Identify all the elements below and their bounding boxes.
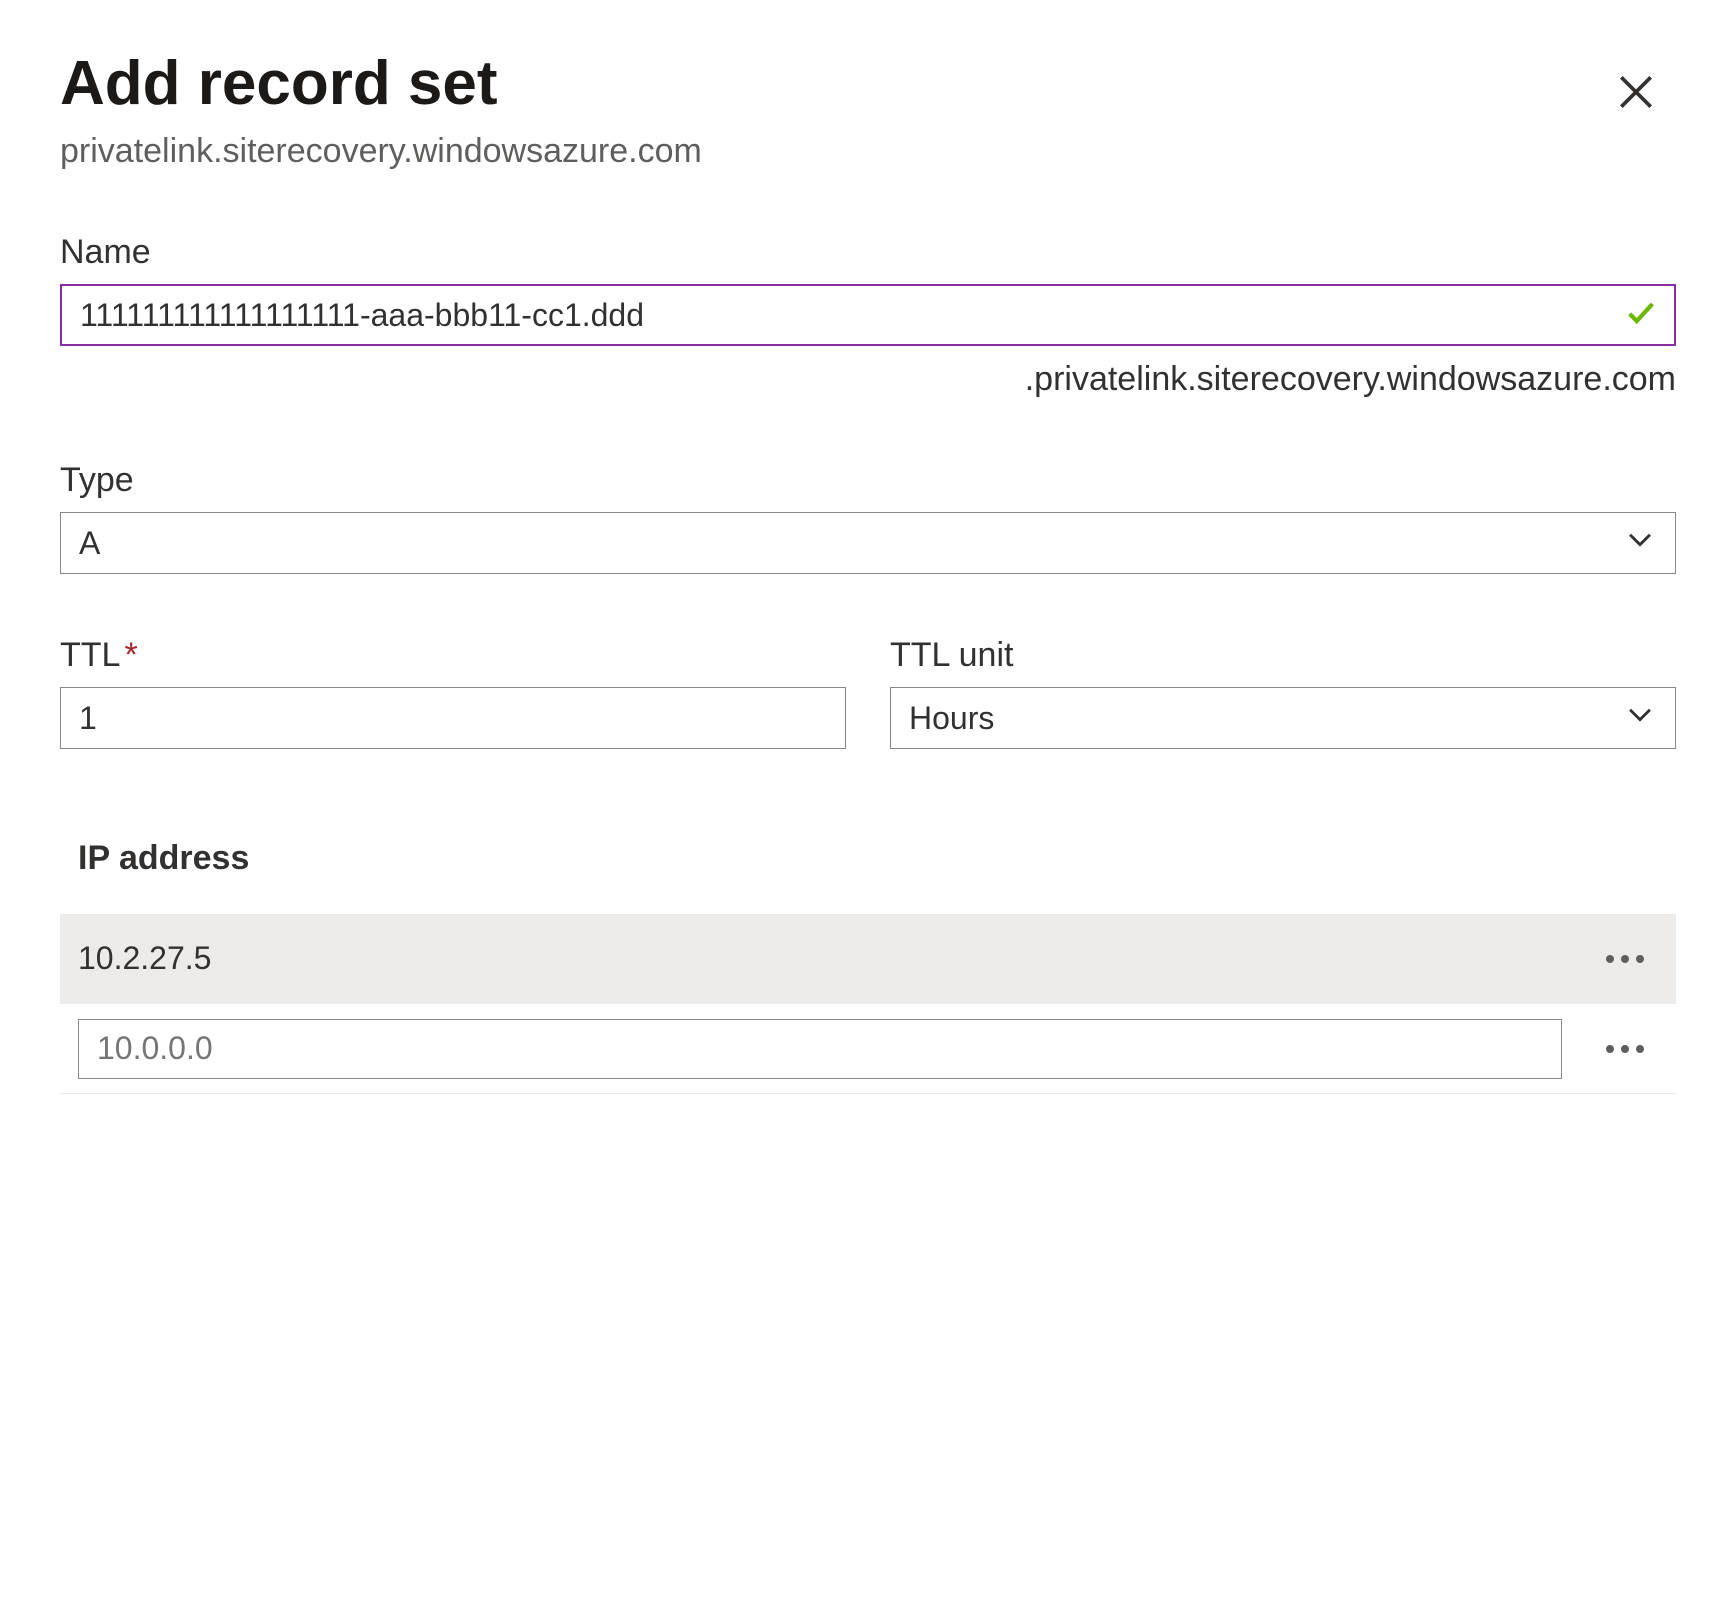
ttl-input[interactable] bbox=[60, 687, 846, 749]
ip-address-value: 10.2.27.5 bbox=[78, 940, 1592, 977]
ip-address-new-row bbox=[60, 1004, 1676, 1094]
more-icon bbox=[1606, 1045, 1614, 1053]
ttl-unit-field-group: TTL unit Hours bbox=[890, 636, 1676, 749]
ttl-row: TTL* TTL unit Hours bbox=[60, 636, 1676, 749]
chevron-down-icon bbox=[1623, 697, 1657, 739]
required-asterisk: * bbox=[124, 636, 137, 674]
more-icon bbox=[1621, 1045, 1629, 1053]
close-icon bbox=[1614, 102, 1658, 117]
add-record-set-panel: Add record set privatelink.siterecovery.… bbox=[0, 0, 1736, 1144]
ttl-unit-value: Hours bbox=[909, 700, 994, 737]
ip-row-more-button[interactable] bbox=[1592, 1037, 1658, 1061]
ip-address-section-label: IP address bbox=[78, 839, 1676, 878]
more-icon bbox=[1606, 955, 1614, 963]
close-button[interactable] bbox=[1606, 62, 1666, 125]
name-field-group: Name .privatelink.siterecovery.windowsaz… bbox=[60, 233, 1676, 399]
ttl-unit-select[interactable]: Hours bbox=[890, 687, 1676, 749]
name-suffix: .privatelink.siterecovery.windowsazure.c… bbox=[60, 360, 1676, 399]
panel-subtitle: privatelink.siterecovery.windowsazure.co… bbox=[60, 132, 702, 171]
ip-row-more-button[interactable] bbox=[1592, 947, 1658, 971]
panel-title: Add record set bbox=[60, 50, 702, 118]
type-value: A bbox=[79, 525, 100, 562]
panel-header: Add record set privatelink.siterecovery.… bbox=[60, 50, 1676, 171]
name-label: Name bbox=[60, 233, 1676, 272]
type-field-group: Type A bbox=[60, 461, 1676, 574]
ip-address-row: 10.2.27.5 bbox=[60, 914, 1676, 1004]
ip-address-input[interactable] bbox=[78, 1019, 1562, 1079]
ttl-label: TTL* bbox=[60, 636, 846, 675]
header-text: Add record set privatelink.siterecovery.… bbox=[60, 50, 702, 171]
more-icon bbox=[1621, 955, 1629, 963]
more-icon bbox=[1636, 1045, 1644, 1053]
name-input[interactable] bbox=[60, 284, 1676, 346]
more-icon bbox=[1636, 955, 1644, 963]
name-input-wrap bbox=[60, 284, 1676, 346]
type-select[interactable]: A bbox=[60, 512, 1676, 574]
ttl-unit-label: TTL unit bbox=[890, 636, 1676, 675]
ip-address-list: 10.2.27.5 bbox=[60, 914, 1676, 1094]
type-label: Type bbox=[60, 461, 1676, 500]
ttl-field-group: TTL* bbox=[60, 636, 846, 749]
chevron-down-icon bbox=[1623, 522, 1657, 564]
